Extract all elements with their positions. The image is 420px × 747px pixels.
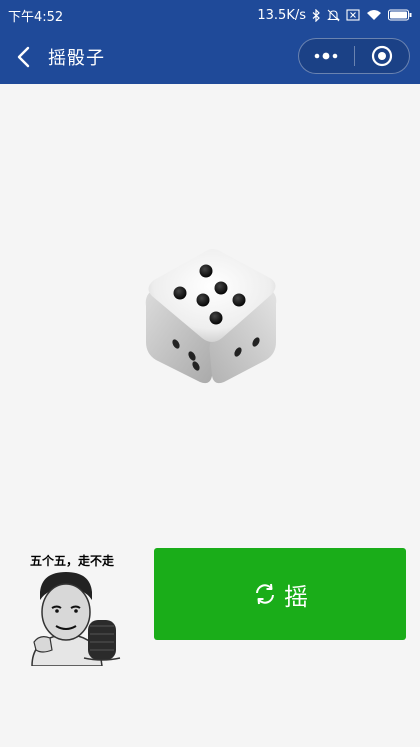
mute-icon: [327, 9, 340, 22]
shake-button[interactable]: 摇: [154, 548, 406, 640]
target-circle-icon: [371, 45, 392, 67]
more-button[interactable]: [299, 39, 354, 73]
refresh-icon: [252, 581, 278, 607]
page-title: 摇骰子: [48, 48, 105, 69]
shake-label: 摇: [284, 582, 308, 611]
dice[interactable]: [138, 244, 284, 390]
meme-caption: 五个五，走不走: [29, 554, 114, 568]
capsule-menu: [298, 38, 410, 74]
status-time: 下午4:52: [8, 9, 64, 25]
meme-sticker: 五个五，走不走: [14, 548, 130, 666]
back-button[interactable]: [2, 30, 46, 84]
dice-image: [145, 249, 277, 384]
battery-icon: [388, 9, 412, 21]
chevron-left-icon: [17, 46, 30, 68]
meme-face-image: [31, 572, 121, 666]
x-box-icon: [346, 9, 360, 21]
network-speed: 13.5K/s: [257, 7, 306, 23]
more-dots-icon: [314, 52, 338, 60]
status-bar: 下午4:52 13.5K/s: [0, 0, 420, 30]
bluetooth-icon: [312, 8, 321, 22]
close-miniprogram-button[interactable]: [355, 39, 410, 73]
nav-bar: 摇骰子: [0, 30, 420, 84]
wifi-icon: [366, 9, 382, 21]
